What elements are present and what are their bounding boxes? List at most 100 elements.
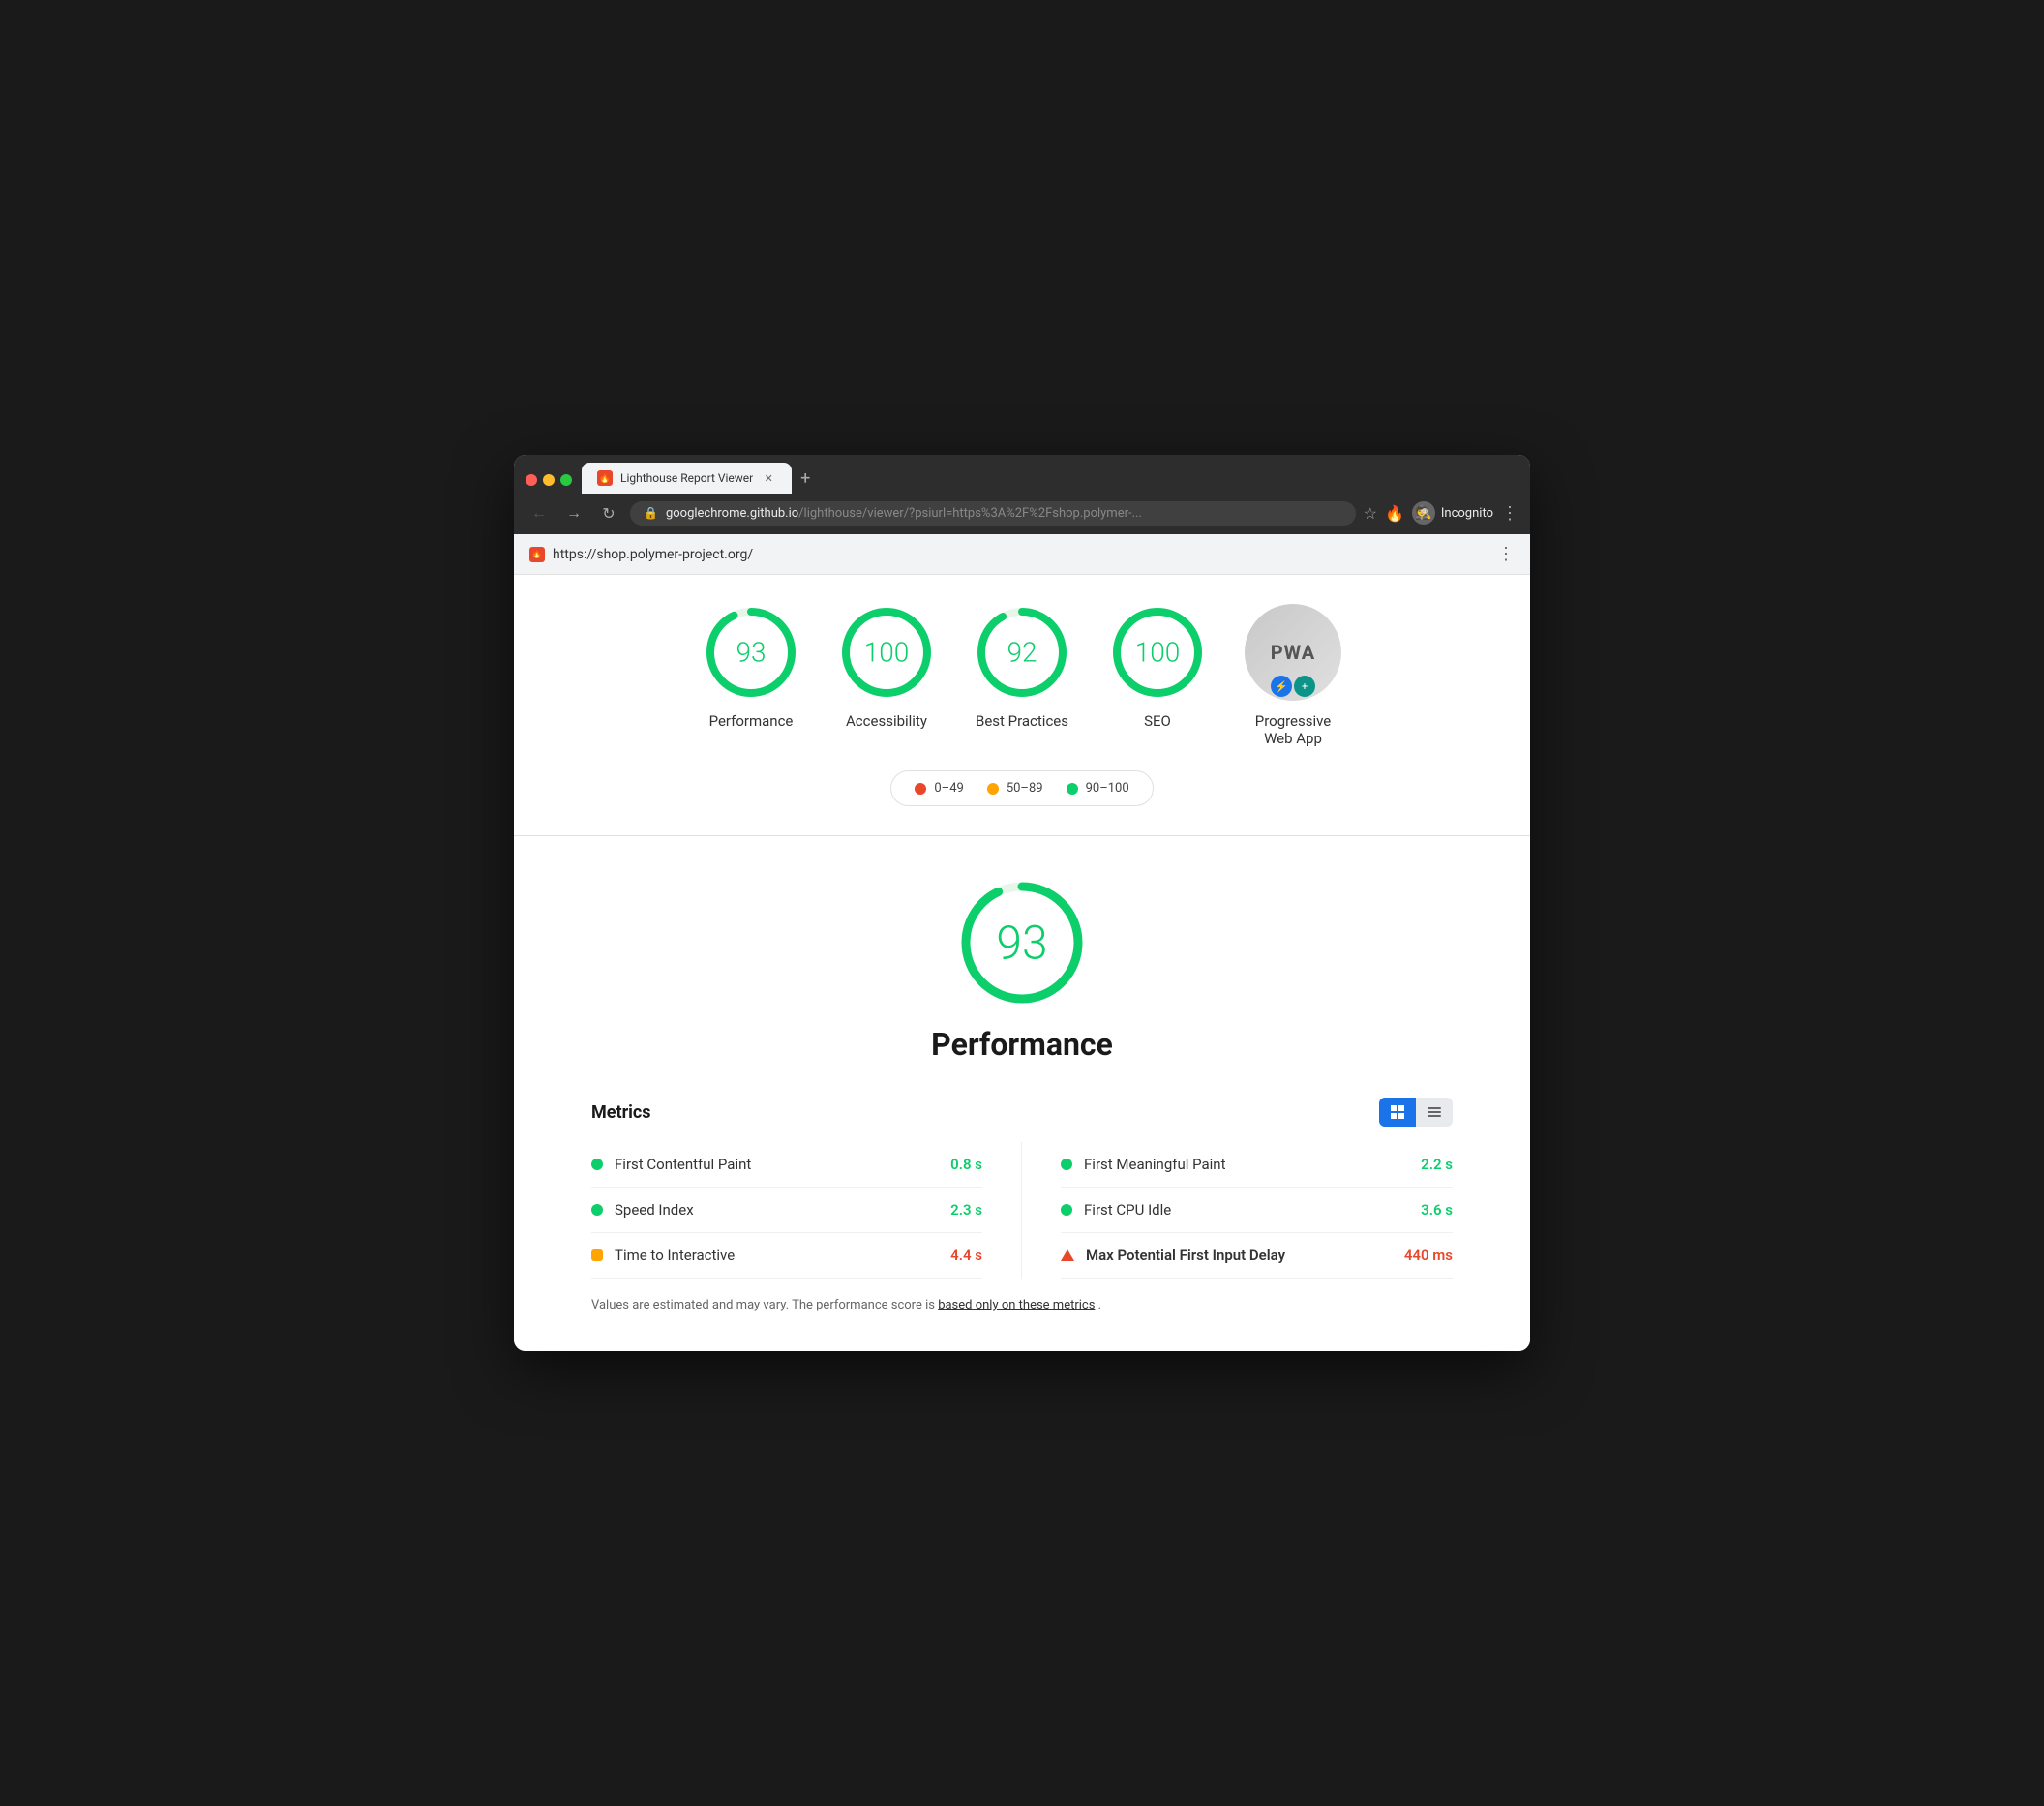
metrics-note-end: .: [1098, 1298, 1101, 1312]
lock-icon: 🔒: [644, 506, 658, 520]
tti-status-square: [591, 1249, 603, 1261]
legend-inner: 0–49 50–89 90–100: [890, 770, 1153, 806]
pwa-badges: ⚡ +: [1271, 676, 1315, 697]
seo-label: SEO: [1144, 712, 1171, 730]
metric-fci: First CPU Idle 3.6 s: [1061, 1188, 1453, 1233]
incognito-avatar-icon: 🕵: [1412, 501, 1435, 525]
new-tab-button[interactable]: +: [792, 465, 819, 492]
metric-fid: Max Potential First Input Delay 440 ms: [1061, 1233, 1453, 1279]
tab-bar-inner: 🔥 Lighthouse Report Viewer ✕ +: [582, 463, 1522, 494]
address-path: /lighthouse/viewer/?psiurl=https%3A%2F%2…: [798, 506, 1142, 521]
best-practices-label: Best Practices: [976, 712, 1068, 730]
fci-value: 3.6 s: [1421, 1201, 1453, 1219]
metric-fcp: First Contentful Paint 0.8 s: [591, 1142, 982, 1188]
scores-row: 93 Performance 100 Accessibility: [553, 604, 1491, 747]
metric-si: Speed Index 2.3 s: [591, 1188, 982, 1233]
metrics-title: Metrics: [591, 1102, 651, 1123]
legend-average-dot: [987, 783, 999, 795]
url-bar: 🔥 https://shop.polymer-project.org/ ⋮: [514, 534, 1530, 575]
tti-value: 4.4 s: [950, 1247, 982, 1264]
si-status-dot: [591, 1204, 603, 1216]
fid-status-triangle: [1061, 1249, 1074, 1261]
score-item-performance[interactable]: 93 Performance: [703, 604, 799, 730]
fcp-status-dot: [591, 1159, 603, 1170]
seo-circle: 100: [1109, 604, 1206, 701]
browser-chrome: 🔥 Lighthouse Report Viewer ✕ + ← → ↻ 🔒 g…: [514, 455, 1530, 534]
detail-score-circle: 93: [954, 875, 1090, 1010]
seo-score: 100: [1135, 637, 1181, 669]
pwa-badge-plus: +: [1294, 676, 1315, 697]
address-text: googlechrome.github.io/lighthouse/viewer…: [666, 506, 1142, 521]
address-domain: googlechrome.github.io: [666, 506, 798, 521]
si-value: 2.3 s: [950, 1201, 982, 1219]
fmp-status-dot: [1061, 1159, 1072, 1170]
url-bar-more-button[interactable]: ⋮: [1497, 544, 1515, 564]
fci-name: First CPU Idle: [1084, 1201, 1409, 1219]
tab-close-button[interactable]: ✕: [761, 470, 776, 486]
score-item-best-practices[interactable]: 92 Best Practices: [974, 604, 1070, 730]
pwa-text-icon: PWA: [1271, 641, 1315, 664]
active-tab[interactable]: 🔥 Lighthouse Report Viewer ✕: [582, 463, 792, 494]
legend-pass-dot: [1067, 783, 1078, 795]
extension-icon[interactable]: 🔥: [1385, 504, 1404, 523]
performance-score: 93: [736, 637, 766, 669]
detail-section: 93 Performance Metrics: [514, 836, 1530, 1351]
score-item-accessibility[interactable]: 100 Accessibility: [838, 604, 935, 730]
back-button[interactable]: ←: [526, 499, 553, 527]
accessibility-score: 100: [864, 637, 910, 669]
detail-title: Performance: [931, 1026, 1113, 1063]
view-toggle: [1379, 1098, 1453, 1127]
legend: 0–49 50–89 90–100: [553, 770, 1491, 806]
url-bar-content: 🔥 https://shop.polymer-project.org/: [529, 547, 753, 562]
minimize-button[interactable]: [543, 474, 555, 486]
window-controls: [522, 474, 580, 494]
legend-pass: 90–100: [1067, 781, 1129, 796]
forward-button[interactable]: →: [560, 499, 587, 527]
metrics-left-column: First Contentful Paint 0.8 s Speed Index…: [591, 1142, 1022, 1279]
address-bar-row: ← → ↻ 🔒 googlechrome.github.io/lighthous…: [514, 494, 1530, 534]
incognito-label: Incognito: [1441, 506, 1493, 521]
performance-circle: 93: [703, 604, 799, 701]
tab-favicon-icon: 🔥: [597, 470, 613, 486]
metrics-right-column: First Meaningful Paint 2.2 s First CPU I…: [1022, 1142, 1453, 1279]
accessibility-label: Accessibility: [846, 712, 927, 730]
address-actions: ☆ 🔥 🕵 Incognito ⋮: [1364, 501, 1518, 525]
score-item-pwa[interactable]: PWA ⚡ + ProgressiveWeb App: [1245, 604, 1341, 747]
list-view-icon: [1428, 1107, 1441, 1117]
metrics-section: Metrics: [591, 1098, 1453, 1312]
metrics-note-text: Values are estimated and may vary. The p…: [591, 1298, 935, 1312]
legend-pass-label: 90–100: [1086, 781, 1129, 796]
fmp-value: 2.2 s: [1421, 1156, 1453, 1173]
grid-view-button[interactable]: [1379, 1098, 1416, 1127]
fci-status-dot: [1061, 1204, 1072, 1216]
incognito-badge: 🕵 Incognito: [1412, 501, 1493, 525]
legend-average: 50–89: [987, 781, 1043, 796]
best-practices-score: 92: [1007, 637, 1037, 669]
metric-tti: Time to Interactive 4.4 s: [591, 1233, 982, 1279]
close-button[interactable]: [526, 474, 537, 486]
tab-title: Lighthouse Report Viewer: [620, 471, 753, 485]
list-view-button[interactable]: [1416, 1098, 1453, 1127]
browser-window: 🔥 Lighthouse Report Viewer ✕ + ← → ↻ 🔒 g…: [514, 455, 1530, 1351]
maximize-button[interactable]: [560, 474, 572, 486]
pwa-label: ProgressiveWeb App: [1255, 712, 1332, 747]
metrics-note-link[interactable]: based only on these metrics: [938, 1298, 1095, 1312]
best-practices-circle: 92: [974, 604, 1070, 701]
accessibility-circle: 100: [838, 604, 935, 701]
fcp-value: 0.8 s: [950, 1156, 982, 1173]
performance-label: Performance: [709, 712, 794, 730]
fmp-name: First Meaningful Paint: [1084, 1156, 1409, 1173]
legend-fail-dot: [915, 783, 926, 795]
bookmark-icon[interactable]: ☆: [1364, 504, 1377, 523]
address-bar[interactable]: 🔒 googlechrome.github.io/lighthouse/view…: [630, 501, 1356, 526]
reload-button[interactable]: ↻: [595, 499, 622, 527]
score-item-seo[interactable]: 100 SEO: [1109, 604, 1206, 730]
fid-name: Max Potential First Input Delay: [1086, 1247, 1393, 1264]
pwa-badge-lightning: ⚡: [1271, 676, 1292, 697]
url-bar-favicon-icon: 🔥: [529, 547, 545, 562]
browser-menu-button[interactable]: ⋮: [1501, 503, 1518, 524]
metrics-grid: First Contentful Paint 0.8 s Speed Index…: [591, 1142, 1453, 1279]
fid-value: 440 ms: [1404, 1247, 1453, 1264]
tab-bar: 🔥 Lighthouse Report Viewer ✕ +: [514, 455, 1530, 494]
tti-name: Time to Interactive: [615, 1247, 939, 1264]
